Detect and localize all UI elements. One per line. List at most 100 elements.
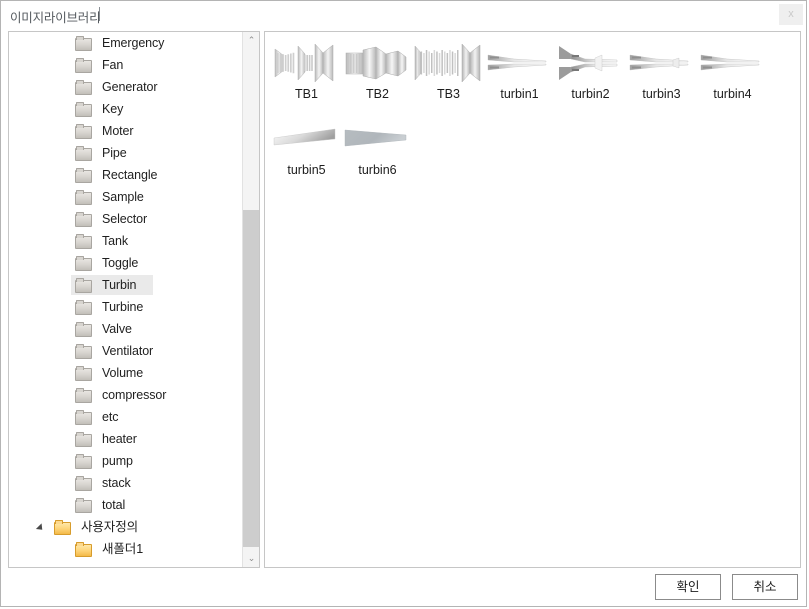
tree-item-사용자정의[interactable]: 사용자정의 <box>9 516 243 538</box>
scroll-down-arrow-icon[interactable]: ⌄ <box>243 550 259 567</box>
thumbnail-item[interactable]: turbin1 <box>484 36 555 112</box>
tree-item-emergency[interactable]: Emergency <box>9 32 243 54</box>
tree-item-heater[interactable]: heater <box>9 428 243 450</box>
tree-item-compressor[interactable]: compressor <box>9 384 243 406</box>
folder-icon <box>75 476 92 491</box>
folder-icon <box>75 278 92 293</box>
image-library-dialog: 이미지라이브러리 x Emergency Fan Generator Key Moter… <box>0 0 807 607</box>
tree-item-etc[interactable]: etc <box>9 406 243 428</box>
thumbnail-item[interactable]: TB1 <box>271 36 342 112</box>
tree-item-stack[interactable]: stack <box>9 472 243 494</box>
thumbnail-label: TB2 <box>366 87 389 101</box>
thumbnail-label: turbin6 <box>358 163 397 177</box>
folder-icon <box>75 432 92 447</box>
tree-item-moter[interactable]: Moter <box>9 120 243 142</box>
tree-item-turbin[interactable]: Turbin <box>9 274 243 296</box>
title-caret <box>99 7 100 21</box>
folder-icon <box>75 234 92 249</box>
tree-item-valve[interactable]: Valve <box>9 318 243 340</box>
tree-item-key[interactable]: Key <box>9 98 243 120</box>
scroll-up-arrow-icon[interactable]: ⌃ <box>243 32 259 49</box>
tree-item-label: Volume <box>102 366 144 380</box>
tree-item-total[interactable]: total <box>9 494 243 516</box>
folder-icon <box>75 388 92 403</box>
folder-icon <box>75 168 92 183</box>
tree-vertical-scrollbar[interactable]: ⌃ ⌄ <box>242 32 259 567</box>
folder-icon <box>75 498 92 513</box>
tree-item-label: Valve <box>102 322 132 336</box>
tree-item-tank[interactable]: Tank <box>9 230 243 252</box>
folder-icon <box>75 322 92 337</box>
tree-item-label: Fan <box>102 58 124 72</box>
folder-icon <box>75 344 92 359</box>
tree-item-pump[interactable]: pump <box>9 450 243 472</box>
folder-icon <box>75 212 92 227</box>
folder-icon <box>75 102 92 117</box>
thumbnail-image-tb2 <box>342 40 413 86</box>
tree-item-label: Turbine <box>102 300 144 314</box>
tree-item-label: pump <box>102 454 133 468</box>
cancel-button[interactable]: 취소 <box>732 574 798 600</box>
thumbnail-item[interactable]: turbin4 <box>697 36 768 112</box>
tree-item-selector[interactable]: Selector <box>9 208 243 230</box>
folder-tree-panel: Emergency Fan Generator Key Moter Pipe Rectang… <box>8 31 260 568</box>
folder-icon <box>75 58 92 73</box>
thumbnail-label: turbin5 <box>287 163 326 177</box>
folder-icon <box>75 542 92 557</box>
folder-icon <box>75 146 92 161</box>
thumbnail-label: turbin2 <box>571 87 610 101</box>
tree-item-toggle[interactable]: Toggle <box>9 252 243 274</box>
folder-icon <box>75 190 92 205</box>
thumbnail-item[interactable]: TB3 <box>413 36 484 112</box>
thumbnail-label: TB3 <box>437 87 460 101</box>
confirm-button[interactable]: 확인 <box>655 574 721 600</box>
folder-icon <box>75 256 92 271</box>
thumbnail-item[interactable]: turbin3 <box>626 36 697 112</box>
tree-item-label: Moter <box>102 124 134 138</box>
scrollbar-thumb[interactable] <box>243 210 259 547</box>
folder-icon <box>75 366 92 381</box>
tree-item-generator[interactable]: Generator <box>9 76 243 98</box>
folder-tree-list: Emergency Fan Generator Key Moter Pipe Rectang… <box>9 32 243 567</box>
expand-triangle-icon[interactable] <box>35 523 46 533</box>
tree-item-label: Turbin <box>102 278 137 292</box>
tree-item-label: 사용자정의 <box>81 520 139 534</box>
tree-item-label: Rectangle <box>102 168 158 182</box>
tree-item-label: Toggle <box>102 256 139 270</box>
tree-item-label: etc <box>102 410 119 424</box>
tree-item-sample[interactable]: Sample <box>9 186 243 208</box>
tree-item-ventilator[interactable]: Ventilator <box>9 340 243 362</box>
title-bar: 이미지라이브러리 x <box>1 1 806 28</box>
tree-item-turbine[interactable]: Turbine <box>9 296 243 318</box>
thumbnail-grid: TB1 TB2 TB3 turbin1 turbin2 turbin3 turbin4 tur… <box>271 36 795 188</box>
tree-item-pipe[interactable]: Pipe <box>9 142 243 164</box>
thumbnail-item[interactable]: turbin5 <box>271 112 342 188</box>
thumbnail-item[interactable]: TB2 <box>342 36 413 112</box>
tree-item-label: Pipe <box>102 146 127 160</box>
thumbnail-label: turbin4 <box>713 87 752 101</box>
folder-icon <box>75 36 92 51</box>
thumbnail-image-turbin3 <box>626 40 697 86</box>
tree-item-label: compressor <box>102 388 167 402</box>
folder-icon <box>75 454 92 469</box>
thumbnail-item[interactable]: turbin6 <box>342 112 413 188</box>
tree-item-label: total <box>102 498 126 512</box>
folder-icon <box>54 520 71 535</box>
tree-item-새폴더1[interactable]: 새폴더1 <box>9 538 243 560</box>
thumbnail-label: TB1 <box>295 87 318 101</box>
thumbnail-panel: TB1 TB2 TB3 turbin1 turbin2 turbin3 turbin4 tur… <box>264 31 801 568</box>
folder-icon <box>75 410 92 425</box>
thumbnail-image-tb1 <box>271 40 342 86</box>
tree-item-label: Emergency <box>102 36 165 50</box>
thumbnail-image-turbin1 <box>484 40 555 86</box>
thumbnail-item[interactable]: turbin2 <box>555 36 626 112</box>
tree-item-label: Key <box>102 102 124 116</box>
close-icon[interactable]: x <box>779 4 803 25</box>
tree-item-rectangle[interactable]: Rectangle <box>9 164 243 186</box>
thumbnail-image-turbin5 <box>271 116 342 162</box>
tree-item-fan[interactable]: Fan <box>9 54 243 76</box>
thumbnail-image-tb3 <box>413 40 484 86</box>
thumbnail-image-turbin2 <box>555 40 626 86</box>
tree-item-volume[interactable]: Volume <box>9 362 243 384</box>
tree-item-label: Ventilator <box>102 344 154 358</box>
